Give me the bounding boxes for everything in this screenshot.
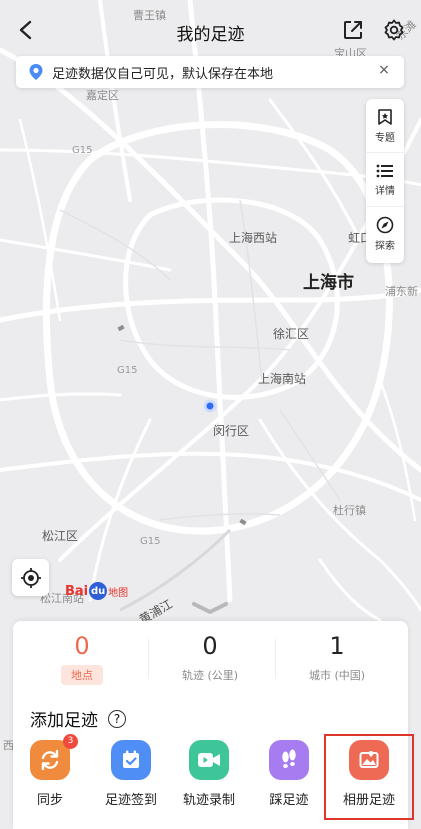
locate-me-button[interactable] [12, 559, 49, 596]
add-title-text: 添加足迹 [30, 711, 98, 731]
map-label-district: 徐汇区 [273, 327, 310, 341]
baidu-map-logo: Bai du 地图 [65, 582, 128, 600]
footprint-icon [269, 740, 309, 780]
stat-cities[interactable]: 1 城市 (中国) [272, 631, 402, 685]
checkin-calendar-icon [111, 740, 151, 780]
action-sync[interactable]: 3 同步 [11, 734, 89, 808]
map-label-city: 上海市 [303, 273, 354, 293]
list-icon [376, 164, 393, 177]
logo-text: Bai [65, 583, 89, 599]
share-button[interactable] [337, 14, 369, 46]
logo-du: du [89, 582, 108, 600]
chevron-down-icon [192, 602, 228, 614]
stat-tracks[interactable]: 0 轨迹 (公里) [145, 631, 275, 685]
crosshair-icon [20, 567, 41, 588]
close-icon[interactable]: × [374, 62, 394, 78]
sync-icon: 3 [30, 734, 78, 780]
map-tools-panel: 专题 详情 探索 [366, 99, 404, 263]
stat-value: 0 [74, 632, 90, 660]
logo-suffix: 地图 [108, 587, 129, 599]
topic-icon [378, 108, 392, 125]
privacy-notice-bar: 足迹数据仅自己可见，默认保存在本地 × [16, 56, 404, 88]
map-label-station: 上海南站 [258, 372, 307, 386]
add-footprint-heading: 添加足迹 ? [30, 706, 126, 731]
stat-value: 1 [329, 632, 345, 660]
top-bar: 我的足迹 [0, 0, 421, 62]
stat-value: 0 [202, 632, 218, 660]
action-label: 足迹签到 [104, 793, 157, 808]
tool-label: 专题 [375, 132, 395, 144]
share-icon [344, 21, 362, 39]
notice-text: 足迹数据仅自己可见，默认保存在本地 [52, 66, 274, 82]
action-label: 踩足迹 [269, 793, 309, 808]
tool-label: 详情 [375, 185, 395, 197]
stat-label: 地点 [61, 665, 103, 685]
location-pin-icon [29, 64, 43, 80]
action-label: 轨迹录制 [182, 793, 235, 808]
stat-label: 城市 (中国) [308, 669, 366, 682]
action-footprint[interactable]: 踩足迹 [250, 740, 328, 808]
map-label-highway: G15 [117, 365, 138, 376]
map-label-district: 嘉定区 [86, 89, 119, 102]
video-record-icon [189, 740, 229, 780]
explore-icon [376, 216, 394, 234]
map-label-station: 上海西站 [229, 231, 278, 245]
map-label-highway: G15 [72, 145, 93, 156]
settings-button[interactable] [378, 14, 410, 46]
highlight-box [324, 734, 414, 820]
panel-handle[interactable] [190, 600, 230, 620]
map-label-district: 浦东新 [385, 285, 418, 298]
map-label-town: 杜行镇 [333, 504, 366, 517]
tool-topic[interactable]: 专题 [366, 99, 404, 153]
tool-label: 探索 [375, 241, 395, 252]
gear-icon [384, 19, 404, 41]
stat-label: 轨迹 (公里) [181, 669, 239, 682]
map-label-district: 松江区 [42, 529, 79, 543]
help-icon[interactable]: ? [108, 709, 126, 728]
tool-details[interactable]: 详情 [366, 153, 404, 207]
tool-explore[interactable]: 探索 [366, 207, 404, 261]
map-label-highway: G15 [140, 536, 161, 547]
map-label-district: 闵行区 [213, 424, 250, 438]
notification-badge: 3 [63, 734, 78, 749]
action-checkin[interactable]: 足迹签到 [92, 740, 170, 808]
stat-places[interactable]: 0 地点 [17, 631, 147, 685]
action-label: 同步 [36, 793, 63, 808]
action-record-track[interactable]: 轨迹录制 [170, 740, 248, 808]
